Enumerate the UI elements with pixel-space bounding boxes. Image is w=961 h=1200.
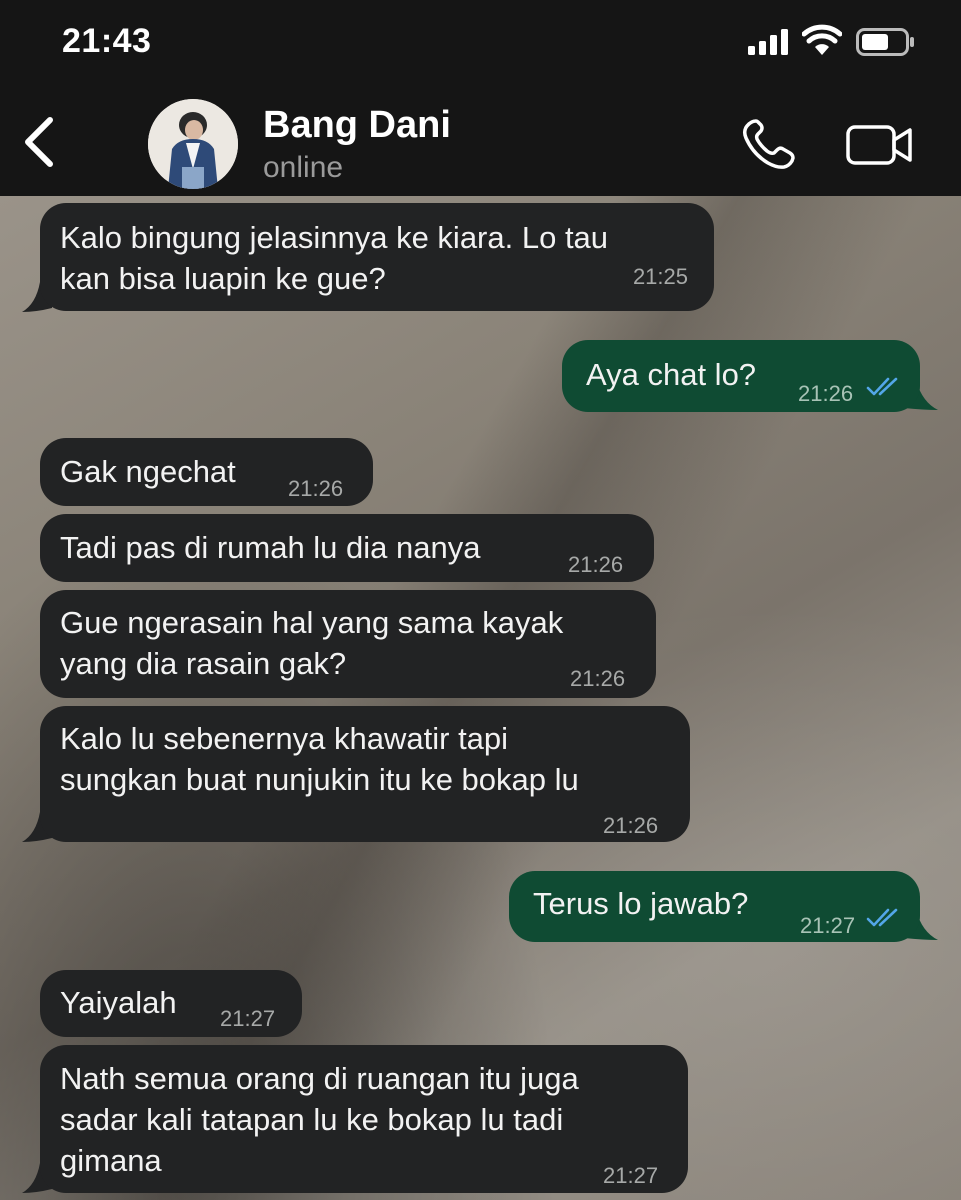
- message-bubble-incoming[interactable]: Gue ngerasain hal yang sama kayak yang d…: [40, 590, 656, 698]
- message-time: 21:26: [798, 381, 854, 406]
- message-text: Nath semua orang di ruangan itu juga sad…: [60, 1061, 579, 1178]
- message-text: Kalo lu sebenernya khawatir tapi sungkan…: [60, 721, 579, 797]
- message-text: Gak ngechat: [60, 454, 236, 489]
- contact-status: online: [263, 151, 344, 184]
- message-time: 21:26: [288, 476, 344, 501]
- message-text: Yaiyalah: [60, 985, 177, 1020]
- chat-header: 21:43 Bang Dani online: [0, 0, 961, 196]
- message-bubble-incoming[interactable]: Nath semua orang di ruangan itu juga sad…: [40, 1045, 688, 1193]
- contact-photo: [148, 99, 238, 189]
- status-time: 21:43: [62, 22, 152, 60]
- message-time: 21:26: [570, 666, 626, 691]
- video-camera-icon[interactable]: [846, 123, 914, 167]
- message-text: Gue ngerasain hal yang sama kayak yang d…: [60, 605, 564, 681]
- contact-name[interactable]: Bang Dani: [263, 104, 451, 147]
- message-bubble-incoming[interactable]: Kalo bingung jelasinnya ke kiara. Lo tau…: [40, 203, 714, 311]
- message-time: 21:27: [220, 1006, 276, 1031]
- message-bubble-outgoing[interactable]: Terus lo jawab? 21:27: [509, 871, 920, 942]
- message-time: 21:27: [603, 1163, 659, 1188]
- wifi-icon: [802, 24, 842, 55]
- message-bubble-incoming[interactable]: Tadi pas di rumah lu dia nanya 21:26: [40, 514, 654, 582]
- message-text: Aya chat lo?: [586, 357, 757, 392]
- message-bubble-incoming[interactable]: Gak ngechat 21:26: [40, 438, 373, 506]
- message-time: 21:26: [568, 552, 624, 577]
- message-time: 21:25: [632, 264, 688, 289]
- message-bubble-outgoing[interactable]: Aya chat lo? 21:26: [562, 340, 920, 412]
- avatar[interactable]: [148, 99, 238, 189]
- message-text: Tadi pas di rumah lu dia nanya: [60, 530, 481, 565]
- read-receipt-icon: [866, 377, 898, 396]
- back-button[interactable]: [20, 116, 60, 168]
- phone-icon[interactable]: [742, 118, 796, 170]
- message-text: Kalo bingung jelasinnya ke kiara. Lo tau…: [60, 220, 609, 296]
- message-time: 21:26: [603, 813, 659, 838]
- message-time: 21:27: [800, 913, 856, 938]
- message-bubble-incoming[interactable]: Kalo lu sebenernya khawatir tapi sungkan…: [40, 706, 690, 842]
- battery-icon: [856, 28, 914, 56]
- read-receipt-icon: [866, 908, 898, 927]
- message-bubble-incoming[interactable]: Yaiyalah 21:27: [40, 970, 302, 1037]
- cellular-signal-icon: [748, 29, 788, 55]
- message-text: Terus lo jawab?: [533, 886, 749, 921]
